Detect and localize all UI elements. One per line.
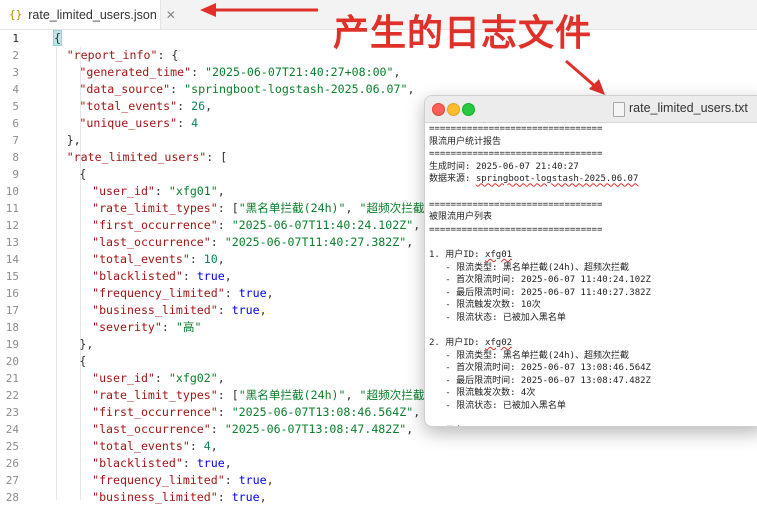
text-file-content[interactable]: ================================ 限流用户统计报告… xyxy=(425,123,757,426)
text-line: 生成时间: 2025-06-07 21:40:27 xyxy=(429,161,579,172)
text-line: ================================ xyxy=(429,149,603,160)
text-line: - 限流状态: 已被加入黑名单 xyxy=(429,401,566,412)
spellcheck-underline: springboot-logstash-2025.06.07 xyxy=(475,174,639,185)
zoom-window-button[interactable] xyxy=(462,103,475,116)
text-line: - 首次限流时间: 2025-06-07 11:40:24.102Z xyxy=(429,275,651,286)
text-line xyxy=(429,413,757,426)
text-line: ================================ xyxy=(429,199,603,210)
window-title: rate_limited_users.txt xyxy=(629,101,748,115)
spellcheck-underline: xfg03 xyxy=(485,426,512,427)
text-line: 1. 用户ID: xfg01 xyxy=(429,249,513,260)
text-line: 3. 用户ID: xfg03 xyxy=(429,425,757,427)
text-line xyxy=(429,236,757,249)
text-line: - 限流类型: 黑名单拦截(24h)、超频次拦截 xyxy=(429,262,630,273)
document-icon xyxy=(613,102,625,117)
text-line: - 限流触发次数: 4次 xyxy=(429,388,536,399)
spellcheck-underline: xfg02 xyxy=(484,338,513,349)
window-titlebar[interactable]: rate_limited_users.txt xyxy=(425,96,757,123)
close-window-button[interactable] xyxy=(432,103,445,116)
text-line: - 限流触发次数: 10次 xyxy=(429,300,541,311)
text-line: 被限流用户列表 xyxy=(429,212,493,223)
text-line xyxy=(429,186,757,199)
text-line: ================================ xyxy=(429,224,603,235)
text-line: - 最后限流时间: 2025-06-07 11:40:27.382Z xyxy=(429,287,651,298)
spellcheck-underline: xfg01 xyxy=(484,249,513,260)
arrow-to-tab-icon xyxy=(200,3,318,17)
text-line xyxy=(429,325,757,338)
minimize-window-button[interactable] xyxy=(447,103,460,116)
text-file-window[interactable]: rate_limited_users.txt =================… xyxy=(424,95,757,427)
text-line: - 限流类型: 黑名单拦截(24h)、超频次拦截 xyxy=(429,350,630,361)
text-line: 2. 用户ID: xfg02 xyxy=(429,338,513,349)
text-line: - 最后限流时间: 2025-06-07 13:08:47.482Z xyxy=(429,375,651,386)
text-line: 限流用户统计报告 xyxy=(429,136,502,147)
text-line: 数据来源: springboot-logstash-2025.06.07 xyxy=(429,174,639,185)
text-line: - 限流状态: 已被加入黑名单 xyxy=(429,312,566,323)
arrow-to-window-icon xyxy=(565,59,605,95)
text-line: ================================ xyxy=(429,124,603,134)
text-line: - 首次限流时间: 2025-06-07 13:08:46.564Z xyxy=(429,363,651,374)
